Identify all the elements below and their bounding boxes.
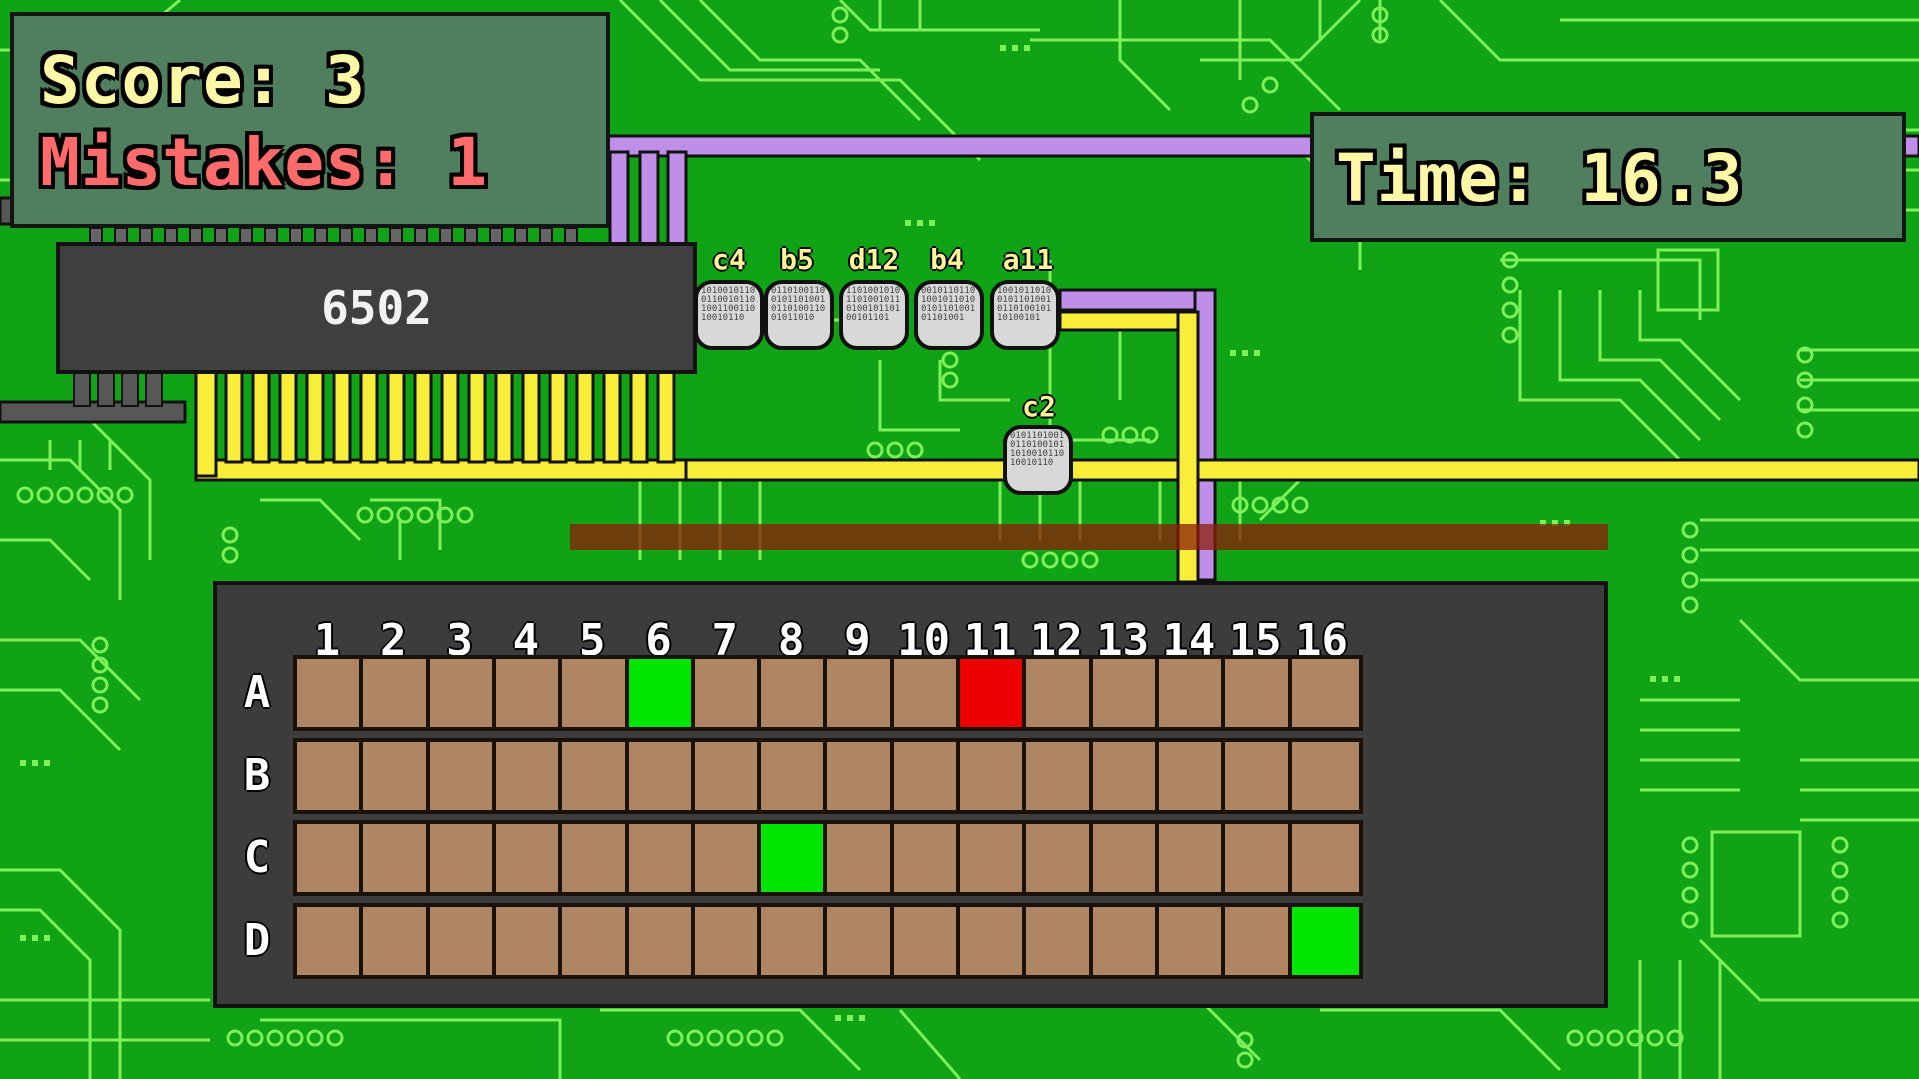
memory-cell-c10[interactable]: [889, 820, 965, 896]
time-label: Time: 16.3: [1336, 140, 1744, 217]
memory-cell-a13[interactable]: [1088, 655, 1164, 731]
data-packet-moving: 01011010010110100101101001011010010110: [1003, 425, 1073, 495]
memory-cell-a16[interactable]: [1287, 655, 1363, 731]
memory-cell-d11[interactable]: [956, 902, 1031, 979]
memory-cell-d14[interactable]: [1154, 902, 1230, 979]
memory-cell-a7[interactable]: [690, 655, 766, 731]
memory-cell-a2[interactable]: [359, 655, 435, 731]
mistakes-label: Mistakes: 1: [40, 124, 489, 201]
packet-label: a11: [1002, 243, 1054, 276]
row-header: D: [243, 914, 271, 966]
data-packet: 11010010101101001011010010110100101101: [839, 280, 909, 350]
memory-cell-d4[interactable]: [491, 902, 567, 979]
memory-cell-b13[interactable]: [1088, 737, 1164, 814]
memory-cell-a3[interactable]: [425, 655, 501, 731]
cpu-label: 6502: [321, 281, 432, 335]
memory-cell-b14[interactable]: [1154, 737, 1230, 814]
row-header: A: [243, 667, 271, 718]
memory-cell-d7[interactable]: [690, 902, 766, 979]
packet-lane-highlight: [570, 524, 1608, 550]
memory-cell-b16[interactable]: [1287, 737, 1363, 814]
timer-panel: Time: 16.3: [1310, 112, 1906, 242]
memory-cell-b10[interactable]: [889, 737, 965, 814]
memory-cell-a4[interactable]: [491, 655, 567, 731]
packet-label: c2: [1022, 390, 1056, 423]
memory-cell-d12[interactable]: [1022, 902, 1098, 979]
memory-cell-c4[interactable]: [491, 820, 567, 896]
memory-cell-b3[interactable]: [425, 737, 501, 814]
memory-cell-b4[interactable]: [491, 737, 567, 814]
memory-cell-c13[interactable]: [1088, 820, 1164, 896]
memory-cell-d9[interactable]: [823, 902, 899, 979]
memory-cell-d5[interactable]: [558, 902, 634, 979]
memory-cell-c11[interactable]: [956, 820, 1031, 896]
memory-cell-b12[interactable]: [1022, 737, 1098, 814]
data-packet: 00101101101001011010010110100101101001: [914, 280, 984, 350]
memory-cell-a1[interactable]: [293, 655, 368, 731]
memory-cell-b15[interactable]: [1221, 737, 1297, 814]
data-packet: 01101001100101101001011010011001011010: [764, 280, 834, 350]
memory-grid-panel: 1 2 3 4 5 6 7 8 9 10 11 12 13 14 15 16 ABCD: [213, 581, 1608, 1008]
memory-cell-a5[interactable]: [558, 655, 634, 731]
memory-cell-d3[interactable]: [425, 902, 501, 979]
memory-cell-a14[interactable]: [1154, 655, 1230, 731]
memory-cell-b2[interactable]: [359, 737, 435, 814]
packet-label: b5: [780, 243, 814, 276]
memory-cell-c16[interactable]: [1287, 820, 1363, 896]
memory-cell-b9[interactable]: [823, 737, 899, 814]
score-panel: Score: 3 Mistakes: 1: [10, 12, 610, 228]
memory-cell-d15[interactable]: [1221, 902, 1297, 979]
memory-cell-d2[interactable]: [359, 902, 435, 979]
memory-cell-c2[interactable]: [359, 820, 435, 896]
memory-cell-c5[interactable]: [558, 820, 634, 896]
memory-cell-d16[interactable]: [1287, 902, 1363, 979]
memory-cell-a15[interactable]: [1221, 655, 1297, 731]
memory-cell-b1[interactable]: [293, 737, 368, 814]
row-header: B: [243, 749, 271, 801]
memory-cell-d6[interactable]: [624, 902, 700, 979]
memory-cell-c14[interactable]: [1154, 820, 1230, 896]
memory-cell-c7[interactable]: [690, 820, 766, 896]
data-packet: 10100101100110010110100110011010010110: [694, 280, 764, 350]
memory-cell-d13[interactable]: [1088, 902, 1164, 979]
memory-cell-a10[interactable]: [889, 655, 965, 731]
memory-cell-a11[interactable]: [956, 655, 1031, 731]
memory-cell-c3[interactable]: [425, 820, 501, 896]
memory-cell-b6[interactable]: [624, 737, 700, 814]
memory-cell-a8[interactable]: [757, 655, 833, 731]
score-label: Score: 3: [40, 42, 366, 119]
cpu-chip: 6502: [56, 242, 697, 374]
memory-cell-b11[interactable]: [956, 737, 1031, 814]
memory-cell-a6[interactable]: [624, 655, 700, 731]
packet-label: d12: [848, 243, 900, 276]
memory-cell-b8[interactable]: [757, 737, 833, 814]
memory-cell-a9[interactable]: [823, 655, 899, 731]
memory-cell-c1[interactable]: [293, 820, 368, 896]
memory-cell-b5[interactable]: [558, 737, 634, 814]
data-packet: 10010110100101101001011010010110100101: [990, 280, 1060, 350]
packet-label: b4: [930, 243, 964, 276]
memory-cell-a12[interactable]: [1022, 655, 1098, 731]
memory-cell-d1[interactable]: [293, 902, 368, 979]
memory-cell-d8[interactable]: [757, 902, 833, 979]
memory-cell-c9[interactable]: [823, 820, 899, 896]
memory-cell-c6[interactable]: [624, 820, 700, 896]
memory-cell-b7[interactable]: [690, 737, 766, 814]
memory-cell-c12[interactable]: [1022, 820, 1098, 896]
memory-cell-c8[interactable]: [757, 820, 833, 896]
memory-cell-d10[interactable]: [889, 902, 965, 979]
memory-cell-c15[interactable]: [1221, 820, 1297, 896]
row-header: C: [243, 832, 271, 883]
